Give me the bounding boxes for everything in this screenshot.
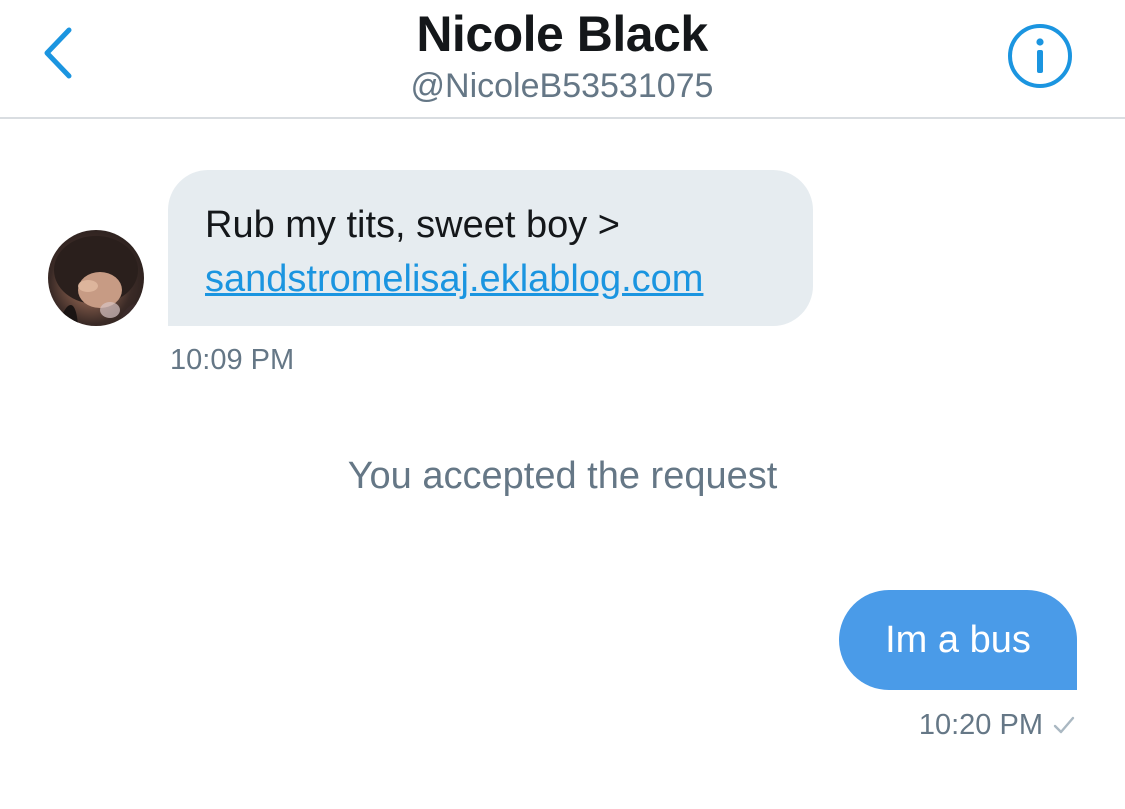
conversation-title-block[interactable]: Nicole Black @NicoleB53531075 [262,0,862,108]
avatar-photo [54,236,144,326]
info-icon [1008,24,1072,88]
outgoing-message-meta: 10:20 PM [919,708,1075,742]
back-button[interactable] [30,20,86,86]
outgoing-message-text: Im a bus [885,618,1031,661]
contact-name: Nicole Black [416,6,708,62]
contact-handle: @NicoleB53531075 [410,67,714,105]
conversation-header: Nicole Black @NicoleB53531075 [0,0,1125,119]
incoming-message-link[interactable]: sandstromelisaj.eklablog.com [205,252,813,306]
chevron-left-icon [44,27,72,79]
checkmark-icon [1053,715,1075,735]
outgoing-message-bubble[interactable]: Im a bus [839,590,1077,690]
avatar[interactable] [48,230,144,326]
incoming-message-timestamp: 10:09 PM [170,344,295,376]
outgoing-message-timestamp: 10:20 PM [918,709,1043,741]
incoming-message-text: Rub my tits, sweet boy > [205,204,620,246]
incoming-message-bubble[interactable]: Rub my tits, sweet boy > sandstromelisaj… [168,170,813,326]
info-button[interactable] [1006,22,1074,90]
system-note: You accepted the request [347,455,778,497]
